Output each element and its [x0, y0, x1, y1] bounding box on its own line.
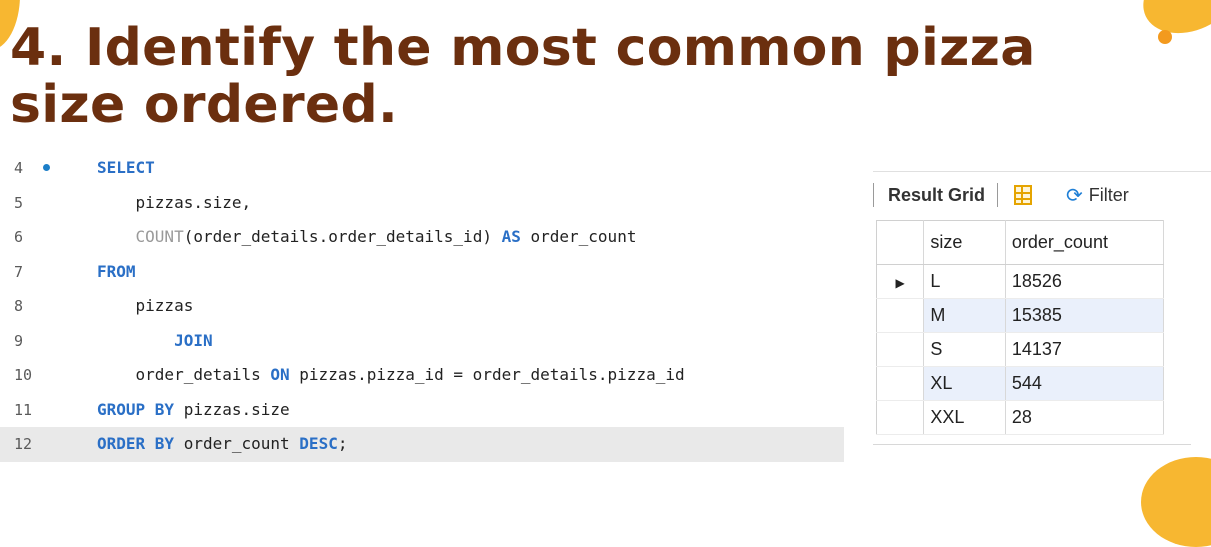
code-text: pizzas.size,	[97, 186, 252, 221]
result-toolbar: Result Grid ⟳ Filter	[873, 172, 1211, 218]
code-token: JOIN	[97, 330, 213, 350]
row-indicator[interactable]: ▶	[875, 264, 925, 299]
line-number: 12	[14, 435, 33, 453]
code-line[interactable]: 9 JOIN	[0, 324, 844, 359]
result-table: size order_count ▶ L 18526 M 15385 S 14137 XL 54…	[875, 220, 1165, 435]
code-text: GROUP BY pizzas.size	[97, 393, 290, 428]
cell-size[interactable]: XXL	[923, 400, 1006, 435]
toolbar-divider	[997, 183, 999, 207]
column-header-order-count[interactable]: order_count	[1005, 220, 1165, 265]
code-token: pizzas	[97, 296, 194, 315]
code-line[interactable]: 4 SELECT	[0, 151, 844, 186]
line-number: 11	[14, 400, 33, 419]
line-number: 6	[14, 228, 24, 246]
row-indicator[interactable]	[875, 400, 925, 435]
cell-size[interactable]: M	[923, 298, 1006, 333]
result-grid-panel: Result Grid ⟳ Filter size order_count ▶ L…	[873, 171, 1211, 446]
code-line[interactable]: 5 pizzas.size,	[0, 186, 844, 221]
table-row[interactable]: ▶ L 18526	[875, 264, 1165, 299]
code-token: DESC	[299, 434, 338, 453]
code-token: ;	[337, 434, 348, 453]
code-text: FROM	[97, 255, 136, 290]
code-line[interactable]: 6 COUNT(order_details.order_details_id) …	[0, 220, 844, 255]
cell-size[interactable]: S	[923, 332, 1006, 367]
table-row[interactable]: XXL 28	[875, 400, 1165, 435]
code-text: COUNT(order_details.order_details_id) AS…	[97, 220, 637, 255]
line-number: 8	[14, 297, 24, 315]
toolbar-divider	[873, 183, 874, 207]
code-line[interactable]: 12 ORDER BY order_count DESC;	[0, 427, 844, 462]
code-token: order_count	[174, 434, 300, 453]
page-title: 4. Identify the most common pizza size o…	[10, 18, 1036, 135]
code-token: GROUP BY	[97, 399, 175, 419]
line-number: 9	[14, 331, 24, 350]
code-token: order_count	[520, 227, 637, 246]
grid-bottom-border	[873, 444, 1191, 445]
code-line[interactable]: 10 order_details ON pizzas.pizza_id = or…	[0, 358, 844, 393]
code-line[interactable]: 11 GROUP BY pizzas.size	[0, 393, 844, 428]
line-number: 10	[14, 366, 33, 384]
row-indicator[interactable]	[875, 332, 925, 367]
decorative-dot	[1158, 30, 1172, 44]
code-token: ON	[270, 365, 290, 384]
sql-editor[interactable]: 4 SELECT 5 pizzas.size, 6 COUNT(order_detai…	[0, 151, 844, 462]
table-header-row: size order_count	[875, 220, 1165, 265]
code-token: AS	[501, 227, 521, 246]
current-row-arrow-icon: ▶	[895, 276, 905, 290]
code-line[interactable]: 7 FROM	[0, 255, 844, 290]
cell-order-count[interactable]: 28	[1005, 400, 1165, 435]
table-row[interactable]: S 14137	[875, 332, 1165, 367]
code-text: ORDER BY order_count DESC;	[97, 427, 347, 462]
code-token: (order_details.order_details_id)	[183, 227, 502, 246]
breakpoint-dot-icon[interactable]	[43, 164, 50, 171]
cell-order-count[interactable]: 18526	[1005, 264, 1165, 299]
grid-view-icon[interactable]	[1014, 185, 1033, 205]
code-token: COUNT	[97, 227, 184, 246]
column-header-size[interactable]: size	[923, 220, 1006, 265]
result-grid-label[interactable]: Result Grid	[888, 185, 985, 206]
decorative-shape	[1141, 457, 1211, 547]
code-token: pizzas.size	[174, 399, 290, 419]
cell-size[interactable]: L	[923, 264, 1006, 299]
code-token: order_details	[97, 365, 271, 384]
cell-order-count[interactable]: 14137	[1005, 332, 1165, 367]
cell-size[interactable]: XL	[923, 366, 1006, 401]
code-token: SELECT	[97, 158, 155, 177]
row-indicator[interactable]	[875, 366, 925, 401]
cell-order-count[interactable]: 15385	[1005, 298, 1165, 333]
row-indicator-header	[875, 220, 925, 265]
code-text: order_details ON pizzas.pizza_id = order…	[97, 358, 685, 393]
filter-label[interactable]: Filter	[1089, 185, 1129, 206]
code-token: ORDER BY	[97, 434, 175, 453]
code-text: pizzas	[97, 289, 194, 324]
code-token: FROM	[97, 261, 136, 281]
line-number: 7	[14, 262, 24, 281]
table-row[interactable]: XL 544	[875, 366, 1165, 401]
code-text: SELECT	[97, 151, 155, 186]
code-text: JOIN	[97, 324, 213, 359]
table-row[interactable]: M 15385	[875, 298, 1165, 333]
row-indicator[interactable]	[875, 298, 925, 333]
code-line[interactable]: 8 pizzas	[0, 289, 844, 324]
refresh-icon[interactable]: ⟳	[1066, 183, 1083, 207]
line-number: 5	[14, 193, 24, 212]
code-token: pizzas.size,	[97, 192, 252, 212]
cell-order-count[interactable]: 544	[1005, 366, 1165, 401]
code-token: pizzas.pizza_id = order_details.pizza_id	[289, 365, 685, 384]
